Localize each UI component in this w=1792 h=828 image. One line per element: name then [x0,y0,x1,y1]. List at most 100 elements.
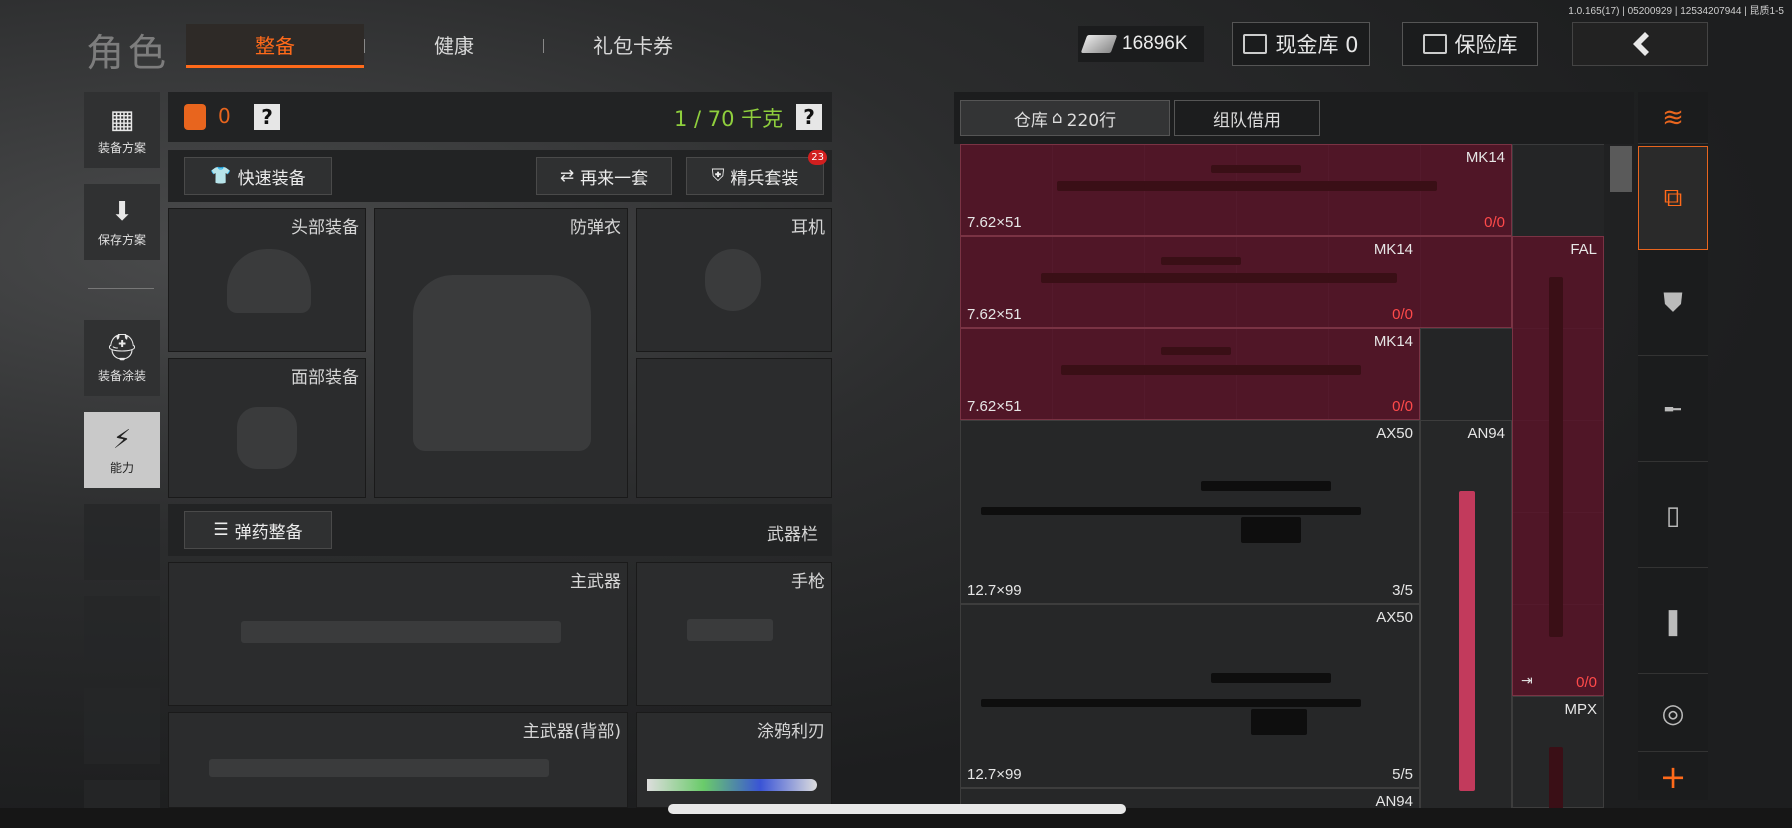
warehouse-scrollbar[interactable] [1610,146,1632,192]
sidebar-empty-slot [84,688,160,764]
sidebar-empty-slot [84,780,160,808]
warehouse-rows: 220行 [1066,110,1117,131]
slot-label: 手枪 [791,572,825,592]
warehouse-item[interactable]: MK14 7.62×51 0/0 [960,144,1512,236]
warehouse-item[interactable]: MK14 7.62×51 0/0 [960,236,1512,328]
warehouse-item[interactable]: MPX [1512,696,1604,808]
download-icon: ⬇ [111,196,133,227]
smg-image [1549,747,1563,808]
sidebar-ability[interactable]: ⚡ 能力 [84,412,160,488]
ability-bolt-icon: ⚡ [112,424,132,455]
warehouse-label: 仓库 [1013,110,1048,131]
helmet-silhouette [227,249,311,313]
weight-help-button[interactable]: ? [796,104,822,130]
sidebar-label: 装备方案 [97,140,146,155]
head-gear-slot[interactable]: 头部装备 [168,208,366,352]
home-indicator[interactable] [668,804,1126,814]
back-button[interactable] [1572,22,1708,66]
insurance-vault-button[interactable]: 保险库 [1402,22,1538,66]
headset-silhouette [705,249,761,311]
version-info: 1.0.165(17) | 05200929 | 12534207944 | 昆… [1568,6,1784,17]
empty-slot[interactable] [636,358,832,498]
tab-health[interactable]: 健康 [365,24,543,68]
ammo-icon: ☰ [213,520,229,540]
tab-gift-cards[interactable]: 礼包卡券 [544,24,722,68]
help-button[interactable]: ? [254,104,280,130]
page-title: 角色 [86,31,171,75]
item-name: MK14 [1373,333,1413,350]
armor-vest-icon [184,104,206,130]
item-name: MPX [1564,701,1597,718]
sidebar-save-plan[interactable]: ⬇ 保存方案 [84,184,160,260]
item-name: AN94 [1467,425,1505,442]
item-caliber: 12.7×99 [967,582,1022,599]
top-tabs: 整备 健康 礼包卡券 [186,24,722,68]
rifle-image [1549,277,1563,637]
warehouse-item[interactable]: MK14 7.62×51 0/0 [960,328,1420,420]
rifle-image [1041,273,1397,283]
cash-vault-button[interactable]: 现金库 0 [1232,22,1370,66]
body-armor-slot[interactable]: 防弹衣 [374,208,628,498]
plus-icon[interactable]: + [1638,754,1708,800]
warehouse-tabs: 仓库 ⌂ 220行 组队借用 [954,92,1634,144]
magazine-icon[interactable]: ▯ [1638,464,1708,568]
warehouse-item[interactable]: FAL ⇥ 0/0 [1512,236,1604,696]
category-filter-column: ≋ ⧉ ⛊ ╾ ▯ ❚ ◎ + [1638,92,1708,800]
slot-label: 头部装备 [291,218,359,238]
cash-icon [1080,35,1118,53]
item-name: AN94 [1375,793,1413,808]
elite-set-button[interactable]: ⛨ 精兵套装 23 [686,150,827,195]
tab-warehouse[interactable]: 仓库 ⌂ 220行 [960,100,1170,136]
quick-equip-button[interactable]: 👕 快速装备 [184,157,332,195]
back-arrow-icon [1633,32,1649,56]
item-caliber: 7.62×51 [967,398,1022,415]
sidebar-equip-skin[interactable]: ⛑ 装备涂装 [84,320,160,396]
pistol-slot[interactable]: 手枪 [636,562,832,706]
stack-refresh-icon[interactable]: ≋ [1638,92,1708,144]
insurance-label: 保险库 [1454,33,1518,57]
tab-team-borrow[interactable]: 组队借用 [1174,100,1320,136]
item-name: AX50 [1376,609,1413,626]
warehouse-item[interactable]: AX50 12.7×99 3/5 [960,420,1420,604]
slot-label: 主武器 [570,572,621,592]
tab-equip[interactable]: 整备 [186,24,364,68]
slot-label: 面部装备 [291,368,359,388]
face-gear-slot[interactable]: 面部装备 [168,358,366,498]
scope-image [1201,481,1331,491]
stack-box-icon[interactable]: ⧉ [1638,146,1708,250]
headset-slot[interactable]: 耳机 [636,208,832,352]
item-count: 0/0 [1392,306,1413,323]
helmet-paint-icon: ⛑ [105,332,139,363]
item-caliber: 12.7×99 [967,766,1022,783]
vault-icon [1243,34,1268,54]
vest-grid-icon: ▦ [109,104,135,135]
primary-weapon-slot[interactable]: 主武器 [168,562,628,706]
vest-silhouette [413,275,591,451]
equip-again-button[interactable]: ⇄ 再来一套 [536,157,672,195]
scope-icon[interactable]: ◎ [1638,676,1708,752]
sidebar-empty-slot [84,596,160,672]
warehouse-item[interactable]: AX50 12.7×99 5/5 [960,604,1420,788]
rifle-icon[interactable]: ╾ [1638,358,1708,462]
slot-label: 耳机 [791,218,825,238]
equip-action-row: 👕 快速装备 ⇄ 再来一套 ⛨ 精兵套装 23 [168,150,832,202]
scope-image [1161,347,1231,355]
cash-vault-label: 现金库 0 [1275,33,1359,57]
back-weapon-slot[interactable]: 主武器(背部) [168,712,628,808]
equip-indicator-icon: ⇥ [1521,673,1533,689]
safe-icon [1422,34,1447,54]
armor-count: 0 [218,104,231,128]
item-count: 5/5 [1392,766,1413,783]
armor-icon[interactable]: ⛊ [1638,252,1708,356]
slot-label: 涂鸦利刃 [757,722,825,742]
scope-image [1211,673,1331,683]
pistol-silhouette [687,619,773,641]
ammo-equip-button[interactable]: ☰ 弹药整备 [184,511,332,549]
equip-status-bar: 0 ? 1 / 70 千克 ? [168,92,832,142]
sidebar-divider [88,288,154,289]
bullet-icon[interactable]: ❚ [1638,570,1708,674]
melee-slot[interactable]: 涂鸦利刃 [636,712,832,808]
sidebar-loadout-plans[interactable]: ▦ 装备方案 [84,92,160,168]
stock-image [1251,709,1307,735]
warehouse-item[interactable]: AN94 [1420,420,1512,808]
